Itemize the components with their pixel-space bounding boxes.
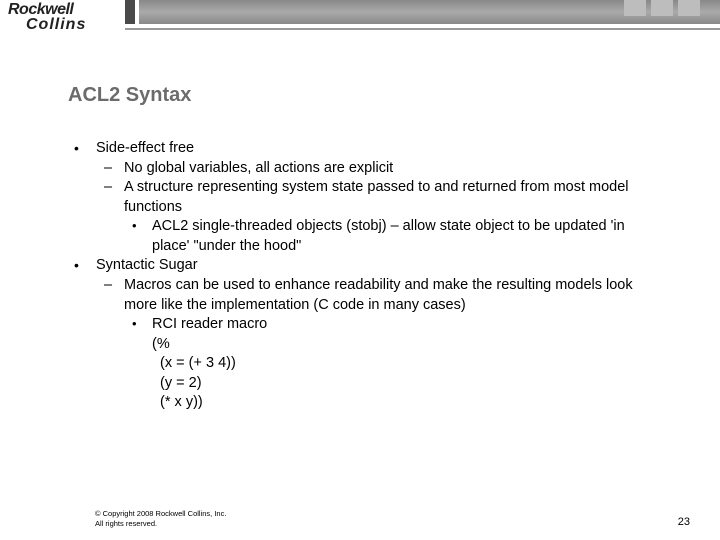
slide-title: ACL2 Syntax bbox=[68, 84, 660, 107]
bullet-stobj: ACL2 single-threaded objects (stobj) – a… bbox=[124, 217, 660, 256]
bullet-rci-macro: RCI reader macro (% (x = (+ 3 4)) (y = 2… bbox=[124, 315, 660, 413]
accent-square bbox=[678, 0, 700, 16]
slide-footer: © Copyright 2008 Rockwell Collins, Inc. … bbox=[95, 509, 690, 528]
accent-square bbox=[624, 0, 646, 16]
bullet-side-effect-free: Side-effect free No global variables, al… bbox=[68, 139, 660, 256]
bullet-text: No global variables, all actions are exp… bbox=[124, 160, 393, 176]
bullet-text: Side-effect free bbox=[96, 140, 194, 156]
code-block: (% (x = (+ 3 4)) (y = 2) (* x y)) bbox=[152, 335, 660, 413]
bullet-text: Syntactic Sugar bbox=[96, 257, 198, 273]
bullet-state-structure: A structure representing system state pa… bbox=[96, 178, 660, 256]
bullet-text: ACL2 single-threaded objects (stobj) – a… bbox=[152, 218, 625, 254]
bullet-syntactic-sugar: Syntactic Sugar Macros can be used to en… bbox=[68, 256, 660, 413]
logo-line2: Collins bbox=[26, 17, 118, 33]
accent-square bbox=[651, 0, 673, 16]
band-divider bbox=[125, 0, 135, 24]
copyright-line2: All rights reserved. bbox=[95, 519, 226, 528]
bullet-no-globals: No global variables, all actions are exp… bbox=[96, 159, 660, 179]
page-number: 23 bbox=[678, 516, 690, 528]
slide-header: Rockwell Collins bbox=[0, 0, 720, 44]
bullet-text: RCI reader macro bbox=[152, 316, 267, 332]
header-accent-squares bbox=[624, 0, 700, 16]
logo: Rockwell Collins bbox=[8, 2, 118, 33]
header-rule bbox=[125, 28, 720, 30]
bullet-text: Macros can be used to enhance readabilit… bbox=[124, 277, 633, 313]
bullet-macros: Macros can be used to enhance readabilit… bbox=[96, 276, 660, 413]
copyright-line1: © Copyright 2008 Rockwell Collins, Inc. bbox=[95, 509, 226, 518]
copyright: © Copyright 2008 Rockwell Collins, Inc. … bbox=[95, 509, 226, 528]
outline: Side-effect free No global variables, al… bbox=[68, 139, 660, 413]
slide-content: ACL2 Syntax Side-effect free No global v… bbox=[0, 44, 720, 413]
bullet-text: A structure representing system state pa… bbox=[124, 179, 629, 215]
